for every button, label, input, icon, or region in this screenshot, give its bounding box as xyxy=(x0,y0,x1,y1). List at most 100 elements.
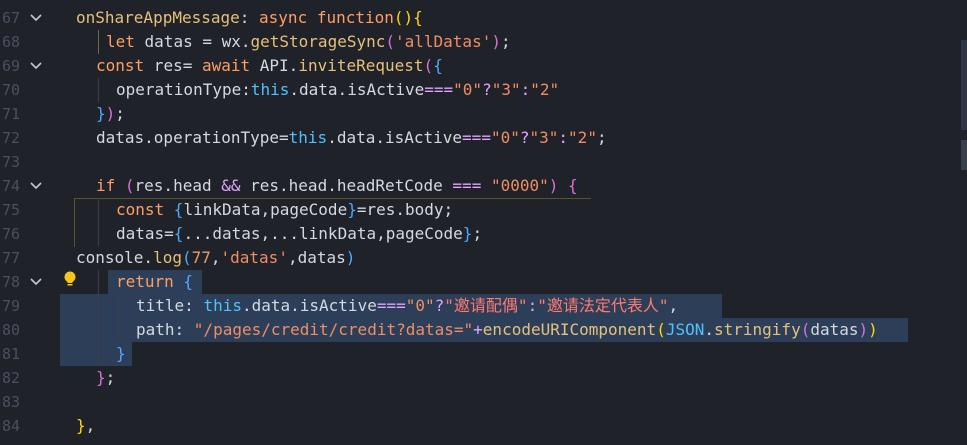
token: } xyxy=(96,104,106,123)
token: { xyxy=(173,224,184,243)
code-text: return { xyxy=(116,270,193,294)
token: : xyxy=(239,8,260,27)
token: ) xyxy=(491,32,501,51)
code-text: const res= await API.inviteRequest({ xyxy=(96,54,443,78)
token: ,datas xyxy=(287,248,346,267)
code-line[interactable]: 78 return { xyxy=(0,270,967,294)
code-line[interactable]: 81 } xyxy=(0,342,967,366)
token: ; xyxy=(105,368,116,387)
scrollbar-marker xyxy=(961,40,967,130)
indent-guide xyxy=(98,270,99,294)
code-text: title: this.data.isActive==="0"?"邀请配偶":"… xyxy=(136,294,678,318)
indent-guide xyxy=(118,294,119,318)
code-line[interactable]: 79 title: this.data.isActive==="0"?"邀请配偶… xyxy=(0,294,967,318)
token: 77 xyxy=(191,248,211,267)
token: ) xyxy=(345,248,356,267)
token: "邀请法定代表人" xyxy=(537,296,669,315)
code-line[interactable]: 70 operationType:this.data.isActive==="0… xyxy=(0,78,967,102)
token: .data.isActive xyxy=(289,80,425,99)
token: ( xyxy=(115,176,135,195)
token: } xyxy=(96,368,106,387)
token: getStorageSync xyxy=(250,32,386,51)
token: JSON xyxy=(665,320,705,339)
token: if xyxy=(96,176,116,195)
code-line[interactable]: 68 let datas = wx.getStorageSync('allDat… xyxy=(0,30,967,54)
fold-chevron-icon[interactable] xyxy=(30,61,42,71)
code-text: operationType:this.data.isActive==="0"?"… xyxy=(116,78,559,102)
token: path: xyxy=(136,320,194,339)
code-text: }); xyxy=(96,102,125,126)
token: function xyxy=(307,8,394,27)
code-editor[interactable]: 67 onShareAppMessage: async function(){ … xyxy=(0,0,967,445)
token: res= xyxy=(144,56,202,75)
token: } xyxy=(347,200,357,219)
code-text: if (res.head && res.head.headRetCode ===… xyxy=(96,174,578,198)
token: } xyxy=(462,224,473,243)
code-line[interactable]: 84 }, xyxy=(0,414,967,438)
token: + xyxy=(473,320,483,339)
token: let xyxy=(106,32,135,51)
token: ( xyxy=(423,56,434,75)
token: "邀请配偶" xyxy=(444,296,528,315)
code-line[interactable]: 71 }); xyxy=(0,102,967,126)
token: ; xyxy=(500,32,511,51)
line-number: 70 xyxy=(1,81,20,99)
token: console. xyxy=(76,248,154,267)
token: ...datas,...linkData,pageCode xyxy=(183,224,463,243)
line-number: 78 xyxy=(1,273,20,291)
code-line[interactable]: 76 datas={...datas,...linkData,pageCode}… xyxy=(0,222,967,246)
token: ) xyxy=(105,104,116,123)
code-line[interactable]: 67 onShareAppMessage: async function(){ xyxy=(0,6,967,30)
line-number: 77 xyxy=(1,249,20,267)
code-line[interactable]: 74 if (res.head && res.head.headRetCode … xyxy=(0,174,967,198)
token: 'allDatas' xyxy=(395,32,492,51)
code-line[interactable]: 75 const {linkData,pageCode}=res.body; xyxy=(0,198,967,222)
token: : xyxy=(520,80,531,99)
code-text: console.log(77,'datas',datas) xyxy=(76,246,355,270)
line-number: 82 xyxy=(1,369,20,387)
code-line[interactable]: 73 xyxy=(0,150,967,174)
line-number: 74 xyxy=(1,177,20,195)
token: encodeURIComponent xyxy=(482,320,657,339)
code-text: }, xyxy=(76,414,95,438)
token: "/pages/credit/credit?datas=" xyxy=(193,320,474,339)
token: === xyxy=(462,128,491,147)
token: res.head.headRetCode xyxy=(240,176,453,195)
code-text: }; xyxy=(96,366,115,390)
token: datas= xyxy=(116,224,174,243)
indent-guide xyxy=(98,318,99,342)
token: ) xyxy=(548,176,559,195)
token: ? xyxy=(482,80,492,99)
token: } xyxy=(116,344,126,363)
token: linkData,pageCode xyxy=(183,200,348,219)
token: "0" xyxy=(453,80,483,99)
token: : xyxy=(527,296,538,315)
code-line[interactable]: 80 path: "/pages/credit/credit?datas="+e… xyxy=(0,318,967,342)
line-number: 68 xyxy=(1,33,20,51)
fold-chevron-icon[interactable] xyxy=(30,181,42,191)
token: this xyxy=(250,80,290,99)
line-number: 79 xyxy=(1,297,20,315)
token: "2" xyxy=(568,128,597,147)
token: : xyxy=(558,128,569,147)
indent-guide xyxy=(118,318,119,342)
fold-chevron-icon[interactable] xyxy=(30,277,42,287)
line-number: 73 xyxy=(1,153,20,171)
code-line[interactable]: 69 const res= await API.inviteRequest({ xyxy=(0,54,967,78)
code-line[interactable]: 72 datas.operationType=this.data.isActiv… xyxy=(0,126,967,150)
token: , xyxy=(85,416,96,435)
code-line[interactable]: 83 xyxy=(0,390,967,414)
line-number: 67 xyxy=(1,9,20,27)
token: , xyxy=(668,296,679,315)
code-line[interactable]: 82 }; xyxy=(0,366,967,390)
fold-chevron-icon[interactable] xyxy=(30,13,42,23)
token: ) xyxy=(868,320,878,339)
token: =res.body; xyxy=(356,200,454,219)
code-line[interactable]: 77 console.log(77,'datas',datas) xyxy=(0,246,967,270)
token: ) xyxy=(858,320,869,339)
token: === xyxy=(424,80,454,99)
code-text: onShareAppMessage: async function(){ xyxy=(76,6,423,30)
indent-guide xyxy=(98,78,99,102)
token: inviteRequest xyxy=(298,56,424,75)
token: await xyxy=(201,56,251,75)
